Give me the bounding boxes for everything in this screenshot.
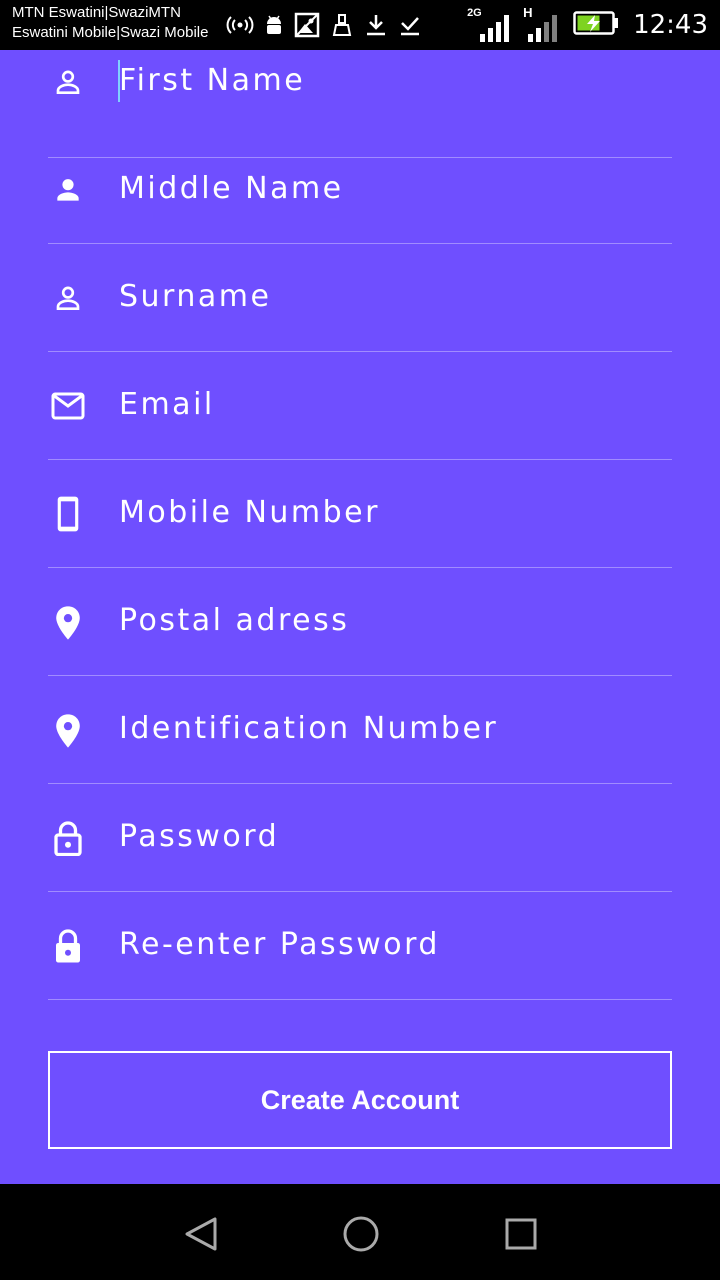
battery-charging-icon [573, 10, 619, 40]
email-field[interactable]: Email [48, 352, 672, 460]
reenter-password-field[interactable]: Re-enter Password [48, 892, 672, 1000]
carrier-line-2: Eswatini Mobile|Swazi Mobile [12, 24, 209, 41]
mail-icon [50, 388, 86, 424]
status-bar: MTN Eswatini|SwaziMTN Eswatini Mobile|Sw… [0, 0, 720, 50]
android-icon [264, 13, 284, 37]
notification-icons [226, 10, 422, 40]
system-indicators: 2G H 12:43 [467, 0, 708, 50]
surname-input[interactable]: Surname [119, 279, 271, 314]
password-input[interactable]: Password [119, 819, 279, 854]
back-button[interactable] [179, 1212, 223, 1256]
mobile-number-input[interactable]: Mobile Number [119, 495, 380, 530]
back-icon [181, 1214, 221, 1254]
hotspot-icon [226, 14, 254, 36]
email-input[interactable]: Email [119, 387, 215, 422]
password-field[interactable]: Password [48, 784, 672, 892]
recents-icon [501, 1214, 541, 1254]
mobile-number-field[interactable]: Mobile Number [48, 460, 672, 568]
person-outline-icon [50, 64, 86, 100]
cleaner-icon [330, 13, 354, 37]
check-download-icon [398, 13, 422, 37]
create-account-label: Create Account [260, 1084, 460, 1115]
surname-field[interactable]: Surname [48, 244, 672, 352]
signal-h: H [523, 5, 558, 42]
network-type-label: H [523, 5, 533, 20]
postal-address-input[interactable]: Postal adress [119, 603, 349, 638]
registration-form: First Name Middle Name Surname Email Mob… [0, 50, 720, 1184]
image-icon [294, 12, 320, 38]
clock: 12:43 [633, 10, 708, 40]
signal-icon [480, 15, 510, 42]
location-icon [50, 713, 86, 749]
first-name-input[interactable]: First Name [119, 63, 305, 98]
home-button[interactable] [339, 1212, 383, 1256]
lock-outline-icon [50, 820, 86, 856]
create-account-button[interactable]: Create Account [48, 1051, 672, 1149]
identification-number-field[interactable]: Identification Number [48, 676, 672, 784]
download-icon [364, 13, 388, 37]
navigation-bar [0, 1184, 720, 1280]
recents-button[interactable] [499, 1212, 543, 1256]
home-icon [341, 1214, 381, 1254]
identification-number-input[interactable]: Identification Number [119, 711, 498, 746]
lock-icon [50, 928, 86, 964]
network-type-label: 2G [467, 7, 482, 19]
person-outline-icon [50, 280, 86, 316]
postal-address-field[interactable]: Postal adress [48, 568, 672, 676]
signal-2g: 2G [467, 7, 510, 42]
phone-icon [50, 496, 86, 532]
reenter-password-input[interactable]: Re-enter Password [119, 927, 440, 962]
person-icon [50, 172, 86, 208]
middle-name-field[interactable]: Middle Name [48, 136, 672, 244]
carrier-name: MTN Eswatini|SwaziMTN Eswatini Mobile|Sw… [12, 3, 208, 43]
carrier-line-1: MTN Eswatini|SwaziMTN [12, 4, 181, 21]
location-icon [50, 605, 86, 641]
middle-name-input[interactable]: Middle Name [119, 171, 344, 206]
